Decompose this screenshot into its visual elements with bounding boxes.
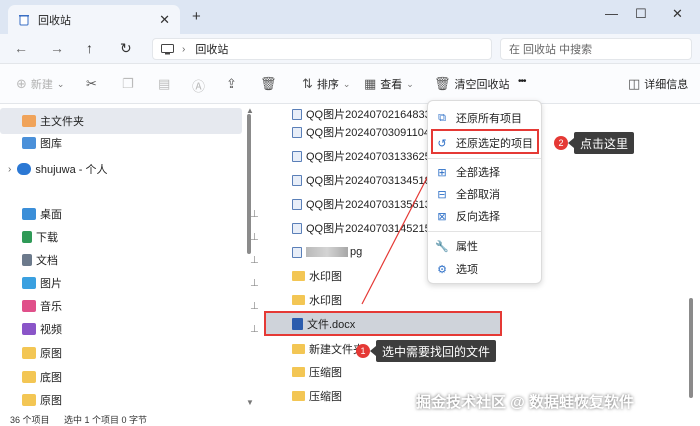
menu-item-select-none[interactable]: ⊟ 全部取消 [434,183,537,205]
wrench-icon: 🔧 [435,240,449,253]
selection-info: 选中 1 个项目 0 字节 [64,415,148,425]
callout-step-1: 选中需要找回的文件 [369,340,497,362]
menu-item-label: 反向选择 [456,211,500,223]
item-count: 36 个项目 [10,415,50,425]
watermark: 掘金技术社区 @ 数据蛙恢复软件 [416,394,634,411]
step-badge-1: 1 [356,344,370,358]
menu-item-options[interactable]: ⚙ 选项 [434,258,537,280]
callout-step-2: 点击这里 [567,132,635,154]
context-menu: ⧉ 还原所有项目 ↺ 还原选定的项目 ⊞ 全部选择 ⊟ 全部取消 ⊠ 反向选择 … [427,100,542,284]
step-badge-2: 2 [554,136,568,150]
menu-item-label: 属性 [456,241,478,253]
menu-item-label: 全部取消 [456,189,500,201]
menu-item-select-all[interactable]: ⊞ 全部选择 [434,161,537,183]
menu-item-label: 全部选择 [456,167,500,179]
menu-item-label: 选项 [456,264,478,276]
invert-selection-icon: ⊠ [437,210,447,223]
restore-all-icon: ⧉ [438,111,446,124]
annotation-arrow [361,160,437,305]
gear-icon: ⚙ [437,263,447,276]
menu-item-restore-all[interactable]: ⧉ 还原所有项目 [434,107,537,129]
select-none-icon: ⊟ [437,188,447,201]
menu-separator [428,231,541,232]
arrow-line [361,167,433,305]
menu-item-properties[interactable]: 🔧 属性 [434,235,537,257]
menu-separator [428,158,541,159]
menu-item-label: 还原所有项目 [456,113,522,125]
status-bar: 36 个项目 选中 1 个项目 0 字节 [0,410,700,426]
menu-highlight-box [431,129,539,154]
menu-item-invert-selection[interactable]: ⊠ 反向选择 [434,205,537,227]
select-all-icon: ⊞ [437,166,447,179]
